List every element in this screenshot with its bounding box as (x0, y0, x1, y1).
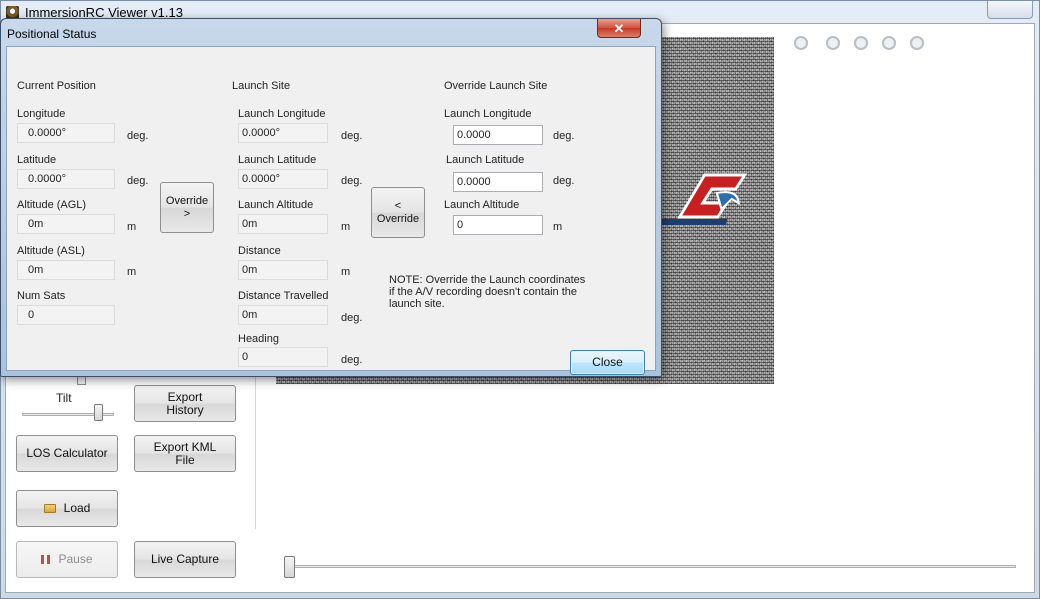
launch-longitude-label: Launch Longitude (238, 108, 326, 120)
override-right-label: Override > (165, 194, 209, 220)
seek-slider-track[interactable] (288, 565, 1016, 568)
override-note: NOTE: Override the Launch coordinates if… (389, 274, 586, 310)
los-calculator-label: LOS Calculator (26, 446, 108, 460)
pause-icon (41, 555, 51, 564)
override-longitude-label: Launch Longitude (444, 108, 532, 120)
launch-latitude-unit: deg. (341, 175, 363, 187)
export-history-label: Export History (166, 389, 204, 417)
latitude-label: Latitude (17, 154, 57, 166)
override-left-button[interactable]: < Override (371, 187, 425, 238)
app-icon (6, 5, 19, 19)
override-launch-site-header: Override Launch Site (444, 80, 548, 92)
tilt-slider-thumb[interactable] (94, 404, 103, 421)
altitude-asl-unit: m (127, 266, 137, 278)
override-latitude-unit: deg. (553, 175, 575, 187)
override-left-label: < Override (376, 199, 420, 225)
export-kml-button[interactable]: Export KML File (134, 435, 236, 472)
override-longitude-unit: deg. (553, 130, 575, 142)
dialog-client-area: Current Position Longitude 0.0000° deg. … (6, 46, 656, 375)
heading-label: Heading (238, 333, 279, 345)
distance-unit: m (341, 266, 351, 278)
toolbar-icon (826, 36, 840, 50)
toolbar-icon (854, 36, 868, 50)
longitude-unit: deg. (127, 130, 149, 142)
toolbar-icon (910, 36, 924, 50)
longitude-label: Longitude (17, 108, 66, 120)
override-altitude-input[interactable] (453, 215, 543, 235)
launch-latitude-value: 0.0000° (238, 169, 328, 189)
dialog-title: Positional Status (7, 27, 97, 41)
dialog-close-x-button[interactable]: ✕ (597, 19, 641, 38)
launch-altitude-value: 0m (238, 214, 328, 234)
distance-value: 0m (238, 260, 328, 280)
load-label: Load (63, 501, 91, 515)
tilt-label: Tilt (56, 391, 72, 405)
launch-longitude-unit: deg. (341, 130, 363, 142)
seek-slider-thumb[interactable] (284, 556, 295, 578)
live-capture-label: Live Capture (150, 552, 220, 566)
pause-button[interactable]: Pause (16, 541, 118, 578)
immersionrc-logo-icon (656, 173, 748, 225)
distance-label: Distance (238, 245, 281, 257)
pause-label: Pause (58, 552, 93, 566)
distance-travelled-value: 0m (238, 305, 328, 325)
toolbar-icon (794, 36, 808, 50)
load-button[interactable]: Load (16, 490, 118, 527)
latitude-value: 0.0000° (17, 169, 115, 189)
main-close-button[interactable] (987, 1, 1033, 19)
heading-unit: deg. (341, 354, 363, 366)
launch-site-header: Launch Site (232, 80, 291, 92)
toolbar-icon (882, 36, 896, 50)
distance-travelled-unit: deg. (341, 312, 363, 324)
override-altitude-unit: m (553, 221, 563, 233)
distance-travelled-label: Distance Travelled (238, 290, 329, 302)
override-longitude-input[interactable] (453, 125, 543, 145)
override-latitude-label: Launch Latitude (446, 154, 525, 166)
tilt-checkbox[interactable] (77, 376, 86, 385)
altitude-asl-value: 0m (17, 260, 115, 280)
launch-latitude-label: Launch Latitude (238, 154, 317, 166)
launch-altitude-label: Launch Altitude (238, 199, 314, 211)
positional-status-dialog: Positional Status ✕ Current Position Lon… (0, 18, 662, 377)
override-latitude-input[interactable] (453, 172, 543, 192)
panel-separator (255, 364, 256, 529)
longitude-value: 0.0000° (17, 123, 115, 143)
num-sats-label: Num Sats (17, 290, 66, 302)
folder-icon (43, 504, 56, 513)
live-capture-button[interactable]: Live Capture (134, 541, 236, 578)
export-history-button[interactable]: Export History (134, 385, 236, 422)
altitude-agl-value: 0m (17, 214, 115, 234)
launch-altitude-unit: m (341, 221, 351, 233)
latitude-unit: deg. (127, 175, 149, 187)
altitude-agl-label: Altitude (AGL) (17, 199, 87, 211)
close-button-label: Close (592, 355, 623, 369)
export-kml-label: Export KML File (153, 439, 217, 467)
override-right-button[interactable]: Override > (160, 182, 214, 233)
num-sats-value: 0 (17, 305, 115, 325)
altitude-asl-label: Altitude (ASL) (17, 245, 85, 257)
launch-longitude-value: 0.0000° (238, 123, 328, 143)
current-position-header: Current Position (17, 80, 96, 92)
close-button[interactable]: Close (570, 350, 645, 375)
heading-value: 0 (238, 347, 328, 367)
los-calculator-button[interactable]: LOS Calculator (16, 435, 118, 472)
close-icon: ✕ (613, 20, 625, 36)
override-altitude-label: Launch Altitude (444, 199, 520, 211)
altitude-agl-unit: m (127, 221, 137, 233)
